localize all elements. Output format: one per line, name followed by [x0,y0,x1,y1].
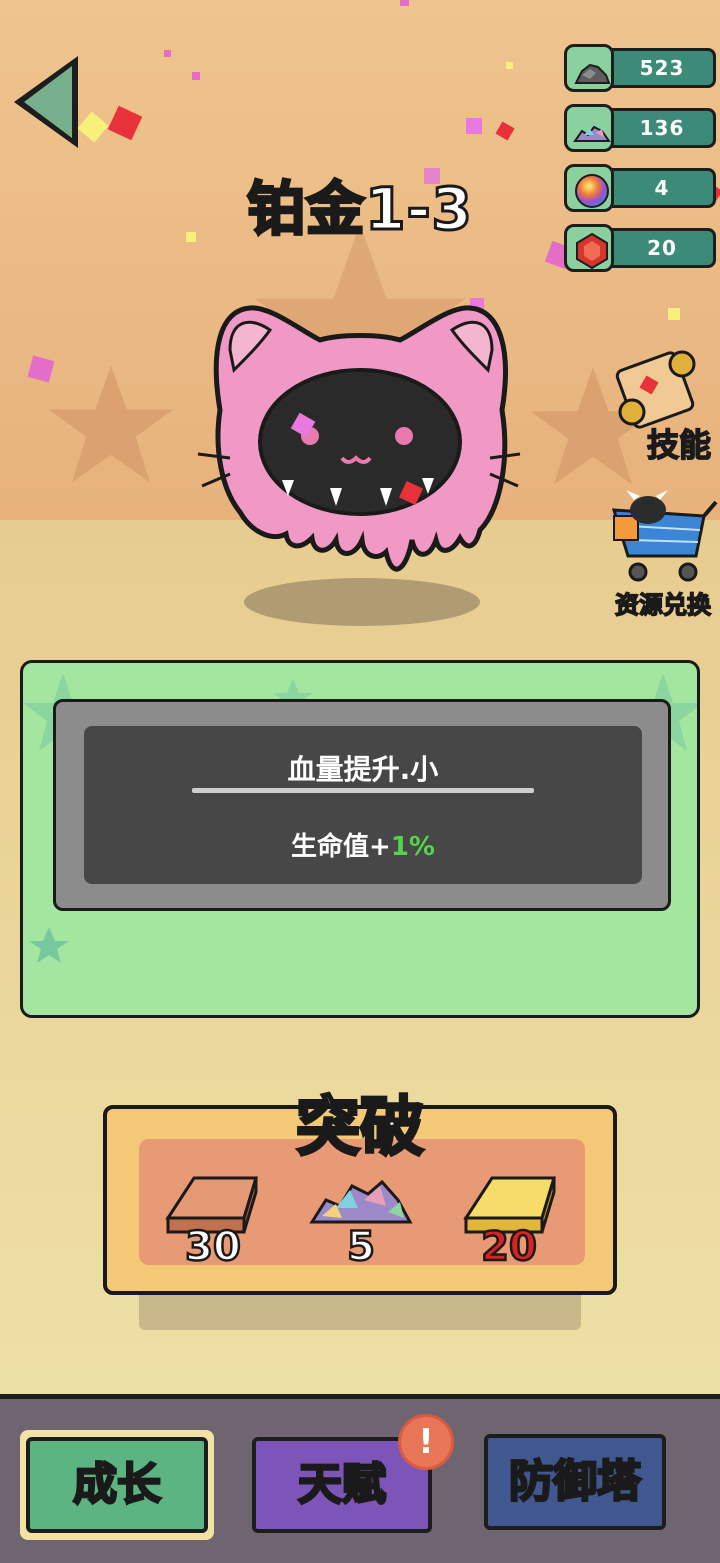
skill-label[interactable]: 技能 [614,420,720,466]
upgrade-desc-prefix: 生命值+ [291,832,391,862]
rainbow-orb-icon [575,174,609,208]
resource-value: 523 [639,56,685,80]
divider [192,788,534,793]
tab-defense-tower-label: 防御塔 [508,1455,643,1509]
back-button[interactable] [8,52,88,152]
level-title: 铂金1-3 [246,174,474,245]
breakthrough-title[interactable]: 突破 [260,1076,460,1168]
resource-crystal: 136 [564,104,718,152]
skill-scroll-button[interactable] [608,340,704,430]
red-gem-icon [576,232,608,270]
resource-value: 4 [654,176,670,200]
tab-defense-tower[interactable]: 防御塔 [484,1434,666,1530]
resource-rainbow-orb: 4 [564,164,718,212]
resource-value: 20 [647,236,677,260]
resource-icon-frame [564,104,614,152]
talent-alert-badge: ! [398,1414,454,1470]
confetti [506,62,513,69]
crystal-pile-count: 5 [346,1223,376,1272]
confetti [400,0,409,6]
resource-red-gem: 20 [564,224,718,272]
confetti [192,72,200,80]
confetti [466,118,482,134]
upgrade-card-frame: 血量提升.小 生命值+1% [53,699,671,911]
resource-exchange-label[interactable]: 资源兑换 [598,585,720,620]
grey-ore-icon [574,63,611,84]
resource-icon-frame [564,44,614,92]
gold-ingot-count: 20 [480,1223,538,1272]
tab-growth[interactable]: 成长 [26,1437,208,1533]
confetti [164,50,171,57]
tab-growth-label: 成长 [72,1458,163,1512]
resource-grey-ore: 523 [564,44,718,92]
upgrade-card: 血量提升.小 生命值+1% [20,660,700,1018]
crystal-pile-icon [573,125,611,142]
alert-icon: ! [418,1422,434,1462]
confetti [668,308,680,320]
breakthrough-shadow [139,1290,581,1330]
confetti [186,232,196,242]
upgrade-name: 血量提升.小 [287,753,439,786]
copper-ingot-count: 30 [184,1223,242,1272]
resource-exchange-cart-button[interactable] [608,490,720,586]
upgrade-description: 生命值+1% [84,826,642,863]
resource-value: 136 [639,116,685,140]
star-decoration [48,365,174,483]
upgrade-desc-value: 1% [390,832,435,862]
pink-cat-monster [197,305,521,626]
resource-icon-frame [564,224,614,272]
upgrade-info-panel: 血量提升.小 生命值+1% [84,726,642,884]
resource-icon-frame [564,164,614,212]
